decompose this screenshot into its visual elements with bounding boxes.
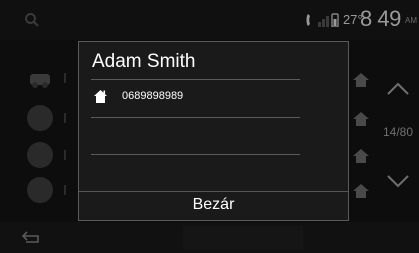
home-icon xyxy=(94,90,107,103)
bottom-bar xyxy=(0,222,419,253)
avatar xyxy=(27,177,53,203)
scroll-down-button[interactable] xyxy=(382,160,414,200)
back-icon[interactable] xyxy=(22,229,44,245)
home-icon xyxy=(353,184,369,198)
car-icon xyxy=(30,74,50,88)
scroll-up-button[interactable] xyxy=(382,70,414,110)
home-icon xyxy=(353,73,369,87)
home-icon xyxy=(353,149,369,163)
avatar xyxy=(27,142,53,168)
signal-battery-icon xyxy=(318,13,339,27)
contact-name: Adam Smith xyxy=(92,51,196,72)
clock-ampm: AM xyxy=(405,16,417,25)
search-icon[interactable] xyxy=(24,12,40,28)
screen: 27° 8 49 AM 14/80 Adam Smith 0689898989 … xyxy=(0,0,419,253)
phone-connected-icon xyxy=(306,14,310,26)
status-bar: 27° 8 49 AM xyxy=(0,0,419,40)
divider xyxy=(64,73,66,83)
divider xyxy=(91,79,300,80)
divider xyxy=(91,117,300,118)
home-icon xyxy=(353,112,369,126)
close-bar: Bezár xyxy=(79,191,348,222)
phone-entry[interactable]: 0689898989 xyxy=(93,88,293,110)
divider xyxy=(91,154,300,155)
divider xyxy=(64,185,66,195)
divider xyxy=(64,150,66,160)
bottom-tab[interactable] xyxy=(183,226,303,250)
clock: 8 49 xyxy=(360,6,401,31)
avatar xyxy=(27,105,53,131)
phone-number: 0689898989 xyxy=(122,90,184,102)
divider xyxy=(64,113,66,123)
page-indicator: 14/80 xyxy=(383,125,414,139)
close-button[interactable]: Bezár xyxy=(79,192,348,222)
contact-detail-dialog: Adam Smith 0689898989 Bezár xyxy=(78,41,349,221)
